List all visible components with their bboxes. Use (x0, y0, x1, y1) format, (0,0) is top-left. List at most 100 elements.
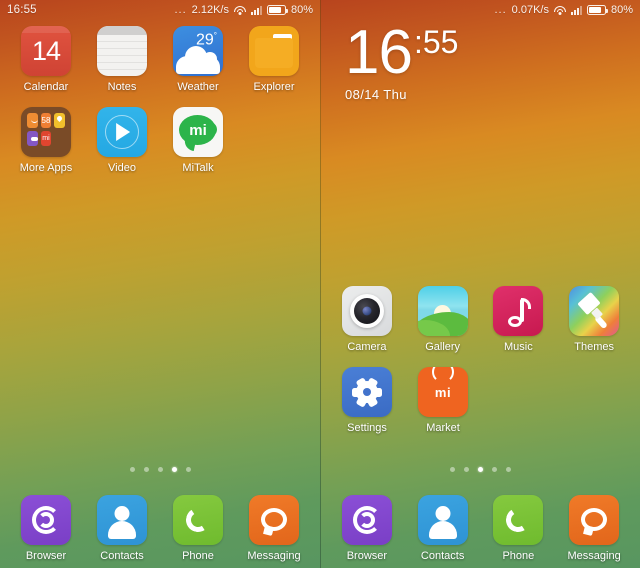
page-dot[interactable] (492, 467, 497, 472)
mini-icon-badge: 58 (40, 113, 52, 128)
app-explorer[interactable]: Explorer (236, 26, 312, 93)
degree-symbol: ° (213, 31, 217, 40)
page-dot[interactable] (450, 467, 455, 472)
app-grid-right: Camera Gallery Music Themes Settings mi … (321, 286, 640, 434)
app-label: More Apps (19, 162, 73, 174)
dock-phone[interactable]: Phone (160, 495, 236, 562)
battery-icon (586, 5, 609, 15)
home-screen-left: 16:55 ... 2.12K/s 80% 14 Calendar Notes … (0, 0, 320, 568)
dock-contacts[interactable]: Contacts (84, 495, 160, 562)
page-indicator-left[interactable] (0, 467, 320, 472)
app-row: 14 Calendar Notes 29° Weather Explorer (8, 26, 312, 93)
app-label: Browser (346, 550, 388, 562)
mini-icon-location (54, 113, 65, 128)
app-label: Settings (347, 422, 387, 434)
message-icon (569, 495, 620, 545)
clock-widget[interactable]: 16 :55 08/14 Thu (345, 18, 459, 102)
app-label: Notes (107, 81, 137, 93)
page-indicator-right[interactable] (321, 467, 640, 472)
phone-icon (493, 495, 544, 545)
status-bar-left: 16:55 ... 2.12K/s 80% (0, 0, 320, 20)
dock-messaging[interactable]: Messaging (236, 495, 312, 562)
battery-level: 80% (610, 4, 633, 16)
notification-dots-icon: ... (494, 4, 507, 16)
app-label: Market (426, 422, 460, 434)
calendar-day: 14 (31, 35, 61, 66)
dual-home-screen-comparison: 16:55 ... 2.12K/s 80% 14 Calendar Notes … (0, 0, 640, 568)
cloud-icon (176, 46, 220, 74)
clock-hours: 16 (345, 18, 413, 87)
app-label: Contacts (100, 550, 144, 562)
dock-contacts[interactable]: Contacts (405, 495, 481, 562)
mitalk-icon: mi (173, 107, 223, 157)
app-music[interactable]: Music (481, 286, 557, 353)
page-dot-active[interactable] (171, 467, 177, 472)
app-market[interactable]: mi Market (405, 367, 481, 434)
calendar-icon: 14 (21, 26, 71, 76)
dock-phone[interactable]: Phone (481, 495, 557, 562)
app-label: MiTalk (182, 162, 214, 174)
app-grid-left: 14 Calendar Notes 29° Weather Explorer 5… (0, 26, 320, 174)
app-row: Camera Gallery Music Themes (329, 286, 632, 353)
home-screen-right: ... 0.07K/s 80% 16 :55 08/14 Thu Camera … (320, 0, 640, 568)
app-row: Settings mi Market (329, 367, 632, 434)
battery-icon (266, 5, 289, 15)
signal-icon (250, 5, 262, 15)
app-settings[interactable]: Settings (329, 367, 405, 434)
page-dot-active[interactable] (478, 467, 483, 472)
app-label: Video (108, 162, 136, 174)
app-label: Phone (182, 550, 214, 562)
app-gallery[interactable]: Gallery (405, 286, 481, 353)
weather-icon: 29° (173, 26, 223, 76)
message-icon (249, 495, 299, 545)
page-dot[interactable] (185, 467, 191, 472)
app-camera[interactable]: Camera (329, 286, 405, 353)
network-speed: 2.12K/s (191, 4, 229, 16)
app-themes[interactable]: Themes (556, 286, 632, 353)
phone-icon (173, 495, 223, 545)
app-mitalk[interactable]: mi MiTalk (160, 107, 236, 174)
contacts-icon (97, 495, 147, 545)
app-video[interactable]: Video (84, 107, 160, 174)
paintbrush-icon (569, 286, 620, 336)
browser-icon (21, 495, 71, 545)
app-label: Gallery (425, 341, 461, 353)
dock-left: Browser Contacts Phone Messaging (0, 495, 320, 562)
page-dot[interactable] (506, 467, 511, 472)
app-label: Messaging (247, 550, 301, 562)
mini-icon-smiley (27, 113, 38, 128)
status-indicators: ... 2.12K/s 80% (174, 4, 313, 16)
network-speed: 0.07K/s (511, 4, 549, 16)
mini-icon-game (27, 131, 38, 146)
app-label: Explorer (253, 81, 295, 93)
page-dot[interactable] (143, 467, 149, 472)
dock-messaging[interactable]: Messaging (556, 495, 632, 562)
status-indicators: ... 0.07K/s 80% (494, 4, 633, 16)
app-weather[interactable]: 29° Weather (160, 26, 236, 93)
mitalk-logo-text: mi (189, 121, 207, 139)
gallery-icon (417, 286, 468, 336)
app-notes[interactable]: Notes (84, 26, 160, 93)
play-icon (97, 107, 147, 157)
dock-browser[interactable]: Browser (8, 495, 84, 562)
shopping-bag-icon: mi (418, 367, 468, 417)
camera-icon (341, 286, 392, 336)
page-dot[interactable] (129, 467, 135, 472)
mini-icon-mi: mi (40, 131, 52, 146)
app-folder-icon: 58 mi (21, 107, 71, 157)
app-label: Themes (574, 341, 614, 353)
notes-icon (97, 26, 147, 76)
app-more-apps[interactable]: 58 mi More Apps (8, 107, 84, 174)
page-dot[interactable] (157, 467, 163, 472)
signal-icon (570, 5, 582, 15)
wifi-icon (233, 5, 246, 15)
page-dot[interactable] (464, 467, 469, 472)
browser-icon (341, 495, 392, 545)
dock-browser[interactable]: Browser (329, 495, 405, 562)
clock-minutes: :55 (413, 24, 459, 60)
app-calendar[interactable]: 14 Calendar (8, 26, 84, 93)
status-bar-right: ... 0.07K/s 80% (321, 0, 640, 20)
gear-icon (342, 367, 392, 417)
wifi-icon (553, 5, 566, 15)
app-label: Calendar (23, 81, 69, 93)
